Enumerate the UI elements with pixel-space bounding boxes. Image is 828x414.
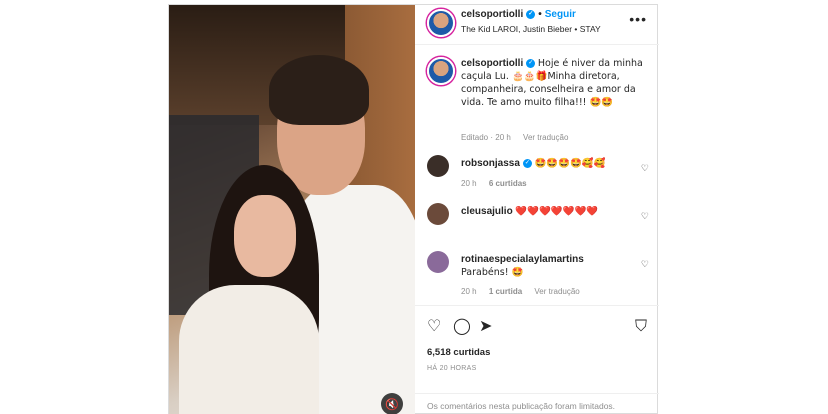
author-username-line: celsoportiolli ✓ • Seguir: [461, 9, 576, 20]
post-timestamp: HÁ 20 HORAS: [427, 365, 477, 372]
comment-translate-link[interactable]: Ver tradução: [534, 287, 579, 296]
comment-time: 20 h: [461, 287, 477, 296]
comment-text: 🤩🤩🤩🤩🥰🥰: [534, 158, 606, 169]
more-options-icon[interactable]: •••: [629, 11, 647, 27]
comment-item: rotinaespecialaylamartins Parabéns! 🤩 20…: [415, 251, 659, 299]
commenter-username[interactable]: robsonjassa: [461, 158, 520, 169]
caption-text-block: celsoportiolli ✓ Hoje é niver da minha ca…: [461, 57, 647, 109]
caption-meta: Editado · 20 h Ver tradução: [461, 133, 578, 142]
comment-like-icon[interactable]: ♡: [641, 163, 649, 174]
comment-icon[interactable]: ◯: [453, 316, 471, 335]
caption-translate-link[interactable]: Ver tradução: [523, 133, 568, 142]
post-media[interactable]: 🔇: [169, 5, 415, 414]
follow-button[interactable]: Seguir: [545, 9, 576, 20]
girl-face: [234, 195, 296, 277]
page: 🔇 celsoportiolli ✓ • Seguir The Kid LAROI, …: [0, 0, 828, 414]
heart-icon[interactable]: ♡: [427, 316, 441, 335]
author-avatar[interactable]: [427, 9, 455, 37]
commenter-username[interactable]: cleusajulio: [461, 206, 513, 217]
post-caption: celsoportiolli ✓ Hoje é niver da minha ca…: [415, 45, 659, 150]
comment-likes[interactable]: 6 curtidas: [489, 179, 527, 188]
mute-icon[interactable]: 🔇: [381, 393, 403, 414]
separator-dot: •: [538, 9, 542, 20]
audio-track[interactable]: The Kid LAROI, Justin Bieber • STAY: [461, 24, 601, 34]
likes-count[interactable]: 6,518 curtidas: [427, 347, 490, 358]
comment-text-block: rotinaespecialaylamartins Parabéns! 🤩: [461, 253, 631, 279]
comment-time: 20 h: [461, 179, 477, 188]
comments-limited-notice: Os comentários nesta publicação foram li…: [415, 393, 659, 414]
post-side-panel: celsoportiolli ✓ • Seguir The Kid LAROI, Ju…: [415, 5, 659, 414]
caption-username[interactable]: celsoportiolli: [461, 58, 523, 69]
comment-text-block: robsonjassa ✓ 🤩🤩🤩🤩🥰🥰: [461, 157, 631, 170]
instagram-post: 🔇 celsoportiolli ✓ • Seguir The Kid LAROI, …: [168, 4, 659, 414]
comment-like-icon[interactable]: ♡: [641, 259, 649, 270]
bookmark-icon[interactable]: ⛉: [635, 316, 647, 336]
verified-badge-icon: ✓: [522, 158, 532, 168]
post-header: celsoportiolli ✓ • Seguir The Kid LAROI, Ju…: [415, 5, 659, 45]
comment-likes[interactable]: 1 curtida: [489, 287, 522, 296]
girl-dress: [179, 285, 319, 414]
share-icon[interactable]: ➤: [479, 316, 492, 335]
caption-avatar[interactable]: [427, 57, 455, 85]
post-actions-bar: ♡ ◯ ➤ ⛉: [415, 305, 659, 345]
comment-item: cleusajulio ❤️❤️❤️❤️❤️❤️❤️ ♡: [415, 203, 659, 251]
commenter-username[interactable]: rotinaespecialaylamartins: [461, 254, 584, 265]
author-username[interactable]: celsoportiolli: [461, 9, 523, 20]
verified-badge-icon: ✓: [526, 9, 536, 19]
commenter-avatar[interactable]: [427, 203, 449, 225]
commenter-avatar[interactable]: [427, 155, 449, 177]
comment-text: ❤️❤️❤️❤️❤️❤️❤️: [515, 206, 599, 217]
man-hair: [269, 55, 369, 125]
commenter-avatar[interactable]: [427, 251, 449, 273]
caption-edited: Editado · 20 h: [461, 133, 511, 142]
verified-badge-icon: ✓: [526, 58, 536, 68]
comment-like-icon[interactable]: ♡: [641, 211, 649, 222]
comment-text: Parabéns! 🤩: [461, 267, 524, 278]
comment-text-block: cleusajulio ❤️❤️❤️❤️❤️❤️❤️: [461, 205, 631, 218]
left-margin: [0, 0, 130, 414]
comment-meta: 20 h 6 curtidas: [461, 179, 537, 188]
comment-item: robsonjassa ✓ 🤩🤩🤩🤩🥰🥰 20 h 6 curtidas ♡: [415, 155, 659, 203]
comment-meta: 20 h 1 curtida Ver tradução: [461, 287, 590, 296]
